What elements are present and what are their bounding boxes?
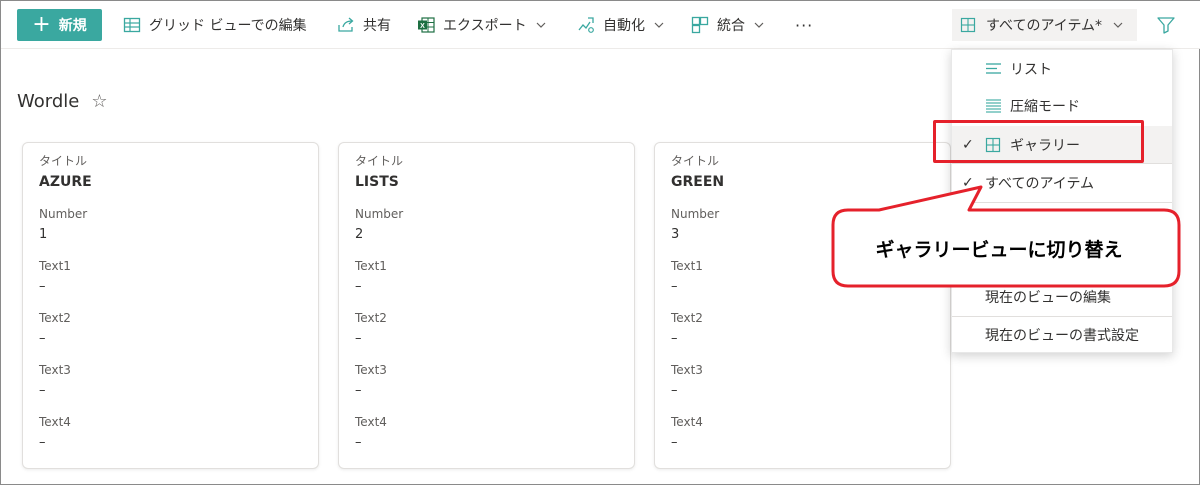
app-frame: + 新規 グリッド ビューでの編集 共有 X エクスポート 自動化 統合 ···…: [0, 0, 1200, 485]
callout-text: ギャラリービューに切り替え: [875, 238, 1123, 261]
